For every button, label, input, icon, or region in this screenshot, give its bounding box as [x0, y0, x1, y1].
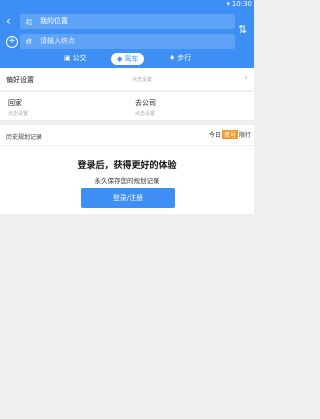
travel-mode-tabs: ▣ 公交 ◆ 驾车 ♦ 步行 [0, 51, 254, 67]
start-value: 我的位置 [40, 17, 68, 25]
route-header: ▾ 10:30 ‹ + ⇅ 起 我的位置 终 请输入终点 ▣ 公交 ◆ 驾车 ♦ 步行 [0, 0, 254, 68]
start-input[interactable]: 起 我的位置 [20, 14, 235, 29]
end-badge: 终 [26, 39, 33, 46]
company-shortcut[interactable]: 去公司 点击设置 [135, 98, 156, 117]
restriction-plate: 单号 [221, 130, 238, 139]
chevron-right-icon: › [244, 73, 248, 83]
traffic-restriction[interactable]: 今日 单号 限行 [209, 130, 251, 139]
status-bar: ▾ 10:30 [0, 0, 254, 10]
history-header: 历史规划记录 今日 单号 限行 [0, 125, 254, 145]
login-register-button[interactable]: 登录/注册 [81, 188, 175, 208]
login-title: 登录后，获得更好的体验 [77, 161, 177, 171]
tab-bus[interactable]: ▣ 公交 [64, 53, 87, 65]
tab-drive[interactable]: ◆ 驾车 [111, 53, 145, 65]
preference-label: 偏好设置 [6, 76, 34, 84]
walk-icon: ♦ [169, 54, 176, 62]
tab-drive-label: 驾车 [124, 55, 139, 63]
status-time: 10:30 [231, 0, 252, 8]
swap-icon[interactable]: ⇅ [238, 23, 247, 36]
car-icon: ◆ [117, 55, 123, 63]
company-hint: 点击设置 [135, 111, 156, 117]
wifi-icon: ▾ [226, 0, 230, 8]
history-label: 历史规划记录 [6, 134, 43, 141]
tab-walk[interactable]: ♦ 步行 [169, 53, 191, 65]
tab-bus-label: 公交 [72, 54, 87, 62]
login-panel: 登录后，获得更好的体验 永久保存您的规划记录 登录/注册 [0, 146, 254, 214]
end-input[interactable]: 终 请输入终点 [20, 34, 235, 49]
quick-places-row: 回家 点击设置 去公司 点击设置 [0, 92, 254, 120]
restriction-prefix: 今日 [208, 132, 221, 139]
tab-walk-label: 步行 [177, 54, 192, 62]
company-label: 去公司 [135, 99, 156, 107]
home-hint: 点击设置 [8, 111, 29, 117]
bus-icon: ▣ [64, 54, 71, 62]
restriction-suffix: 限行 [238, 132, 251, 139]
end-placeholder: 请输入终点 [40, 37, 75, 45]
home-label: 回家 [8, 99, 22, 107]
route-planner-screen: ▾ 10:30 ‹ + ⇅ 起 我的位置 终 请输入终点 ▣ 公交 ◆ 驾车 ♦ 步行… [0, 0, 254, 419]
add-waypoint-icon[interactable]: + [6, 36, 18, 48]
login-subtitle: 永久保存您的规划记录 [94, 177, 160, 185]
preference-hint: 点击设置 [132, 77, 153, 83]
preference-settings-row[interactable]: 偏好设置 点击设置 › [0, 68, 254, 90]
start-badge: 起 [26, 19, 33, 26]
home-shortcut[interactable]: 回家 点击设置 [8, 98, 28, 117]
back-icon[interactable]: ‹ [6, 15, 16, 27]
